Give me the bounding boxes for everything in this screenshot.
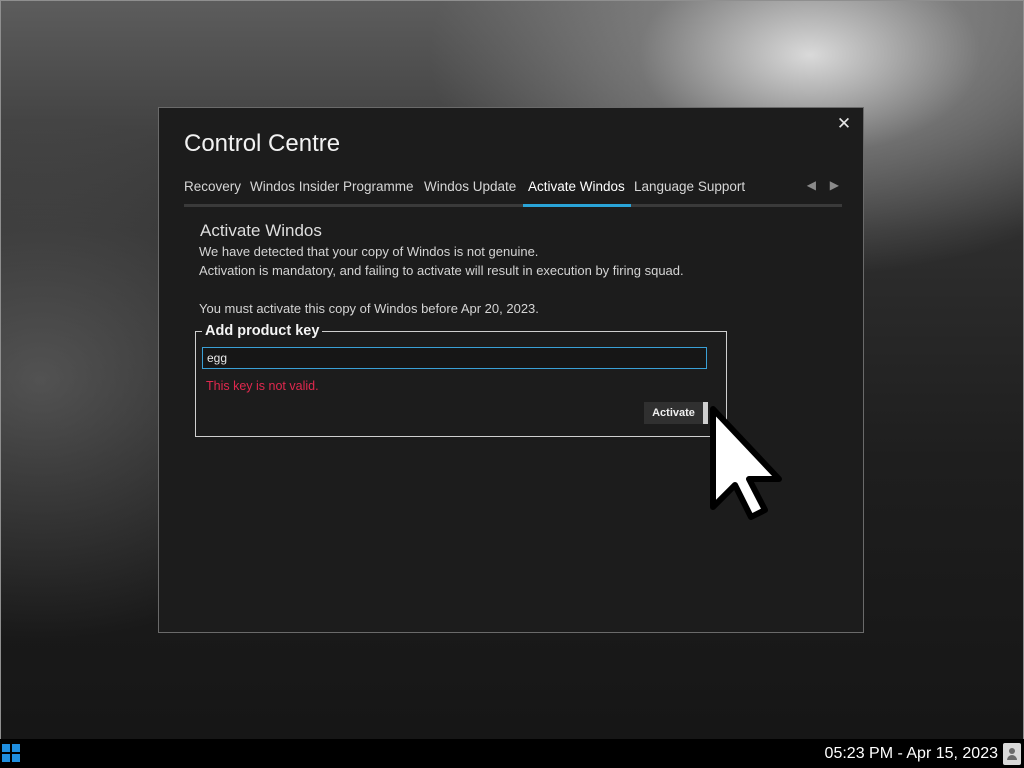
user-icon[interactable] — [1003, 743, 1021, 765]
close-icon[interactable]: ✕ — [833, 113, 855, 135]
tab-activate-windos[interactable]: Activate Windos — [528, 179, 625, 207]
product-key-legend: Add product key — [202, 323, 323, 339]
invalid-key-error: This key is not valid. — [206, 379, 319, 393]
section-heading: Activate Windos — [200, 221, 322, 240]
product-key-input[interactable] — [202, 347, 707, 369]
mandatory-text: Activation is mandatory, and failing to … — [199, 263, 684, 278]
tab-scroll-arrows: ◀ ▶ — [797, 178, 839, 192]
tab-prev-icon[interactable]: ◀ — [807, 178, 816, 192]
tab-windos-update[interactable]: Windos Update — [424, 179, 516, 207]
product-key-group: Add product key This key is not valid. A… — [195, 323, 727, 437]
tab-recovery[interactable]: Recovery — [184, 179, 241, 207]
taskbar-clock[interactable]: 05:23 PM - Apr 15, 2023 — [825, 745, 998, 763]
tab-next-icon[interactable]: ▶ — [830, 178, 839, 192]
mouse-pointer-icon — [710, 406, 782, 520]
not-genuine-text: We have detected that your copy of Windo… — [199, 244, 539, 259]
tab-bar: Recovery Windos Insider Programme Windos… — [184, 176, 842, 207]
deadline-text: You must activate this copy of Windos be… — [199, 301, 539, 316]
tab-language-support[interactable]: Language Support — [634, 179, 745, 207]
tab-windos-insider-programme[interactable]: Windos Insider Programme — [250, 179, 414, 207]
active-tab-indicator — [523, 204, 631, 207]
activate-button[interactable]: Activate — [644, 402, 708, 424]
control-centre-window: ✕ Control Centre Recovery Windos Insider… — [158, 107, 864, 633]
start-menu-icon[interactable] — [2, 744, 20, 762]
window-title: Control Centre — [184, 130, 341, 157]
